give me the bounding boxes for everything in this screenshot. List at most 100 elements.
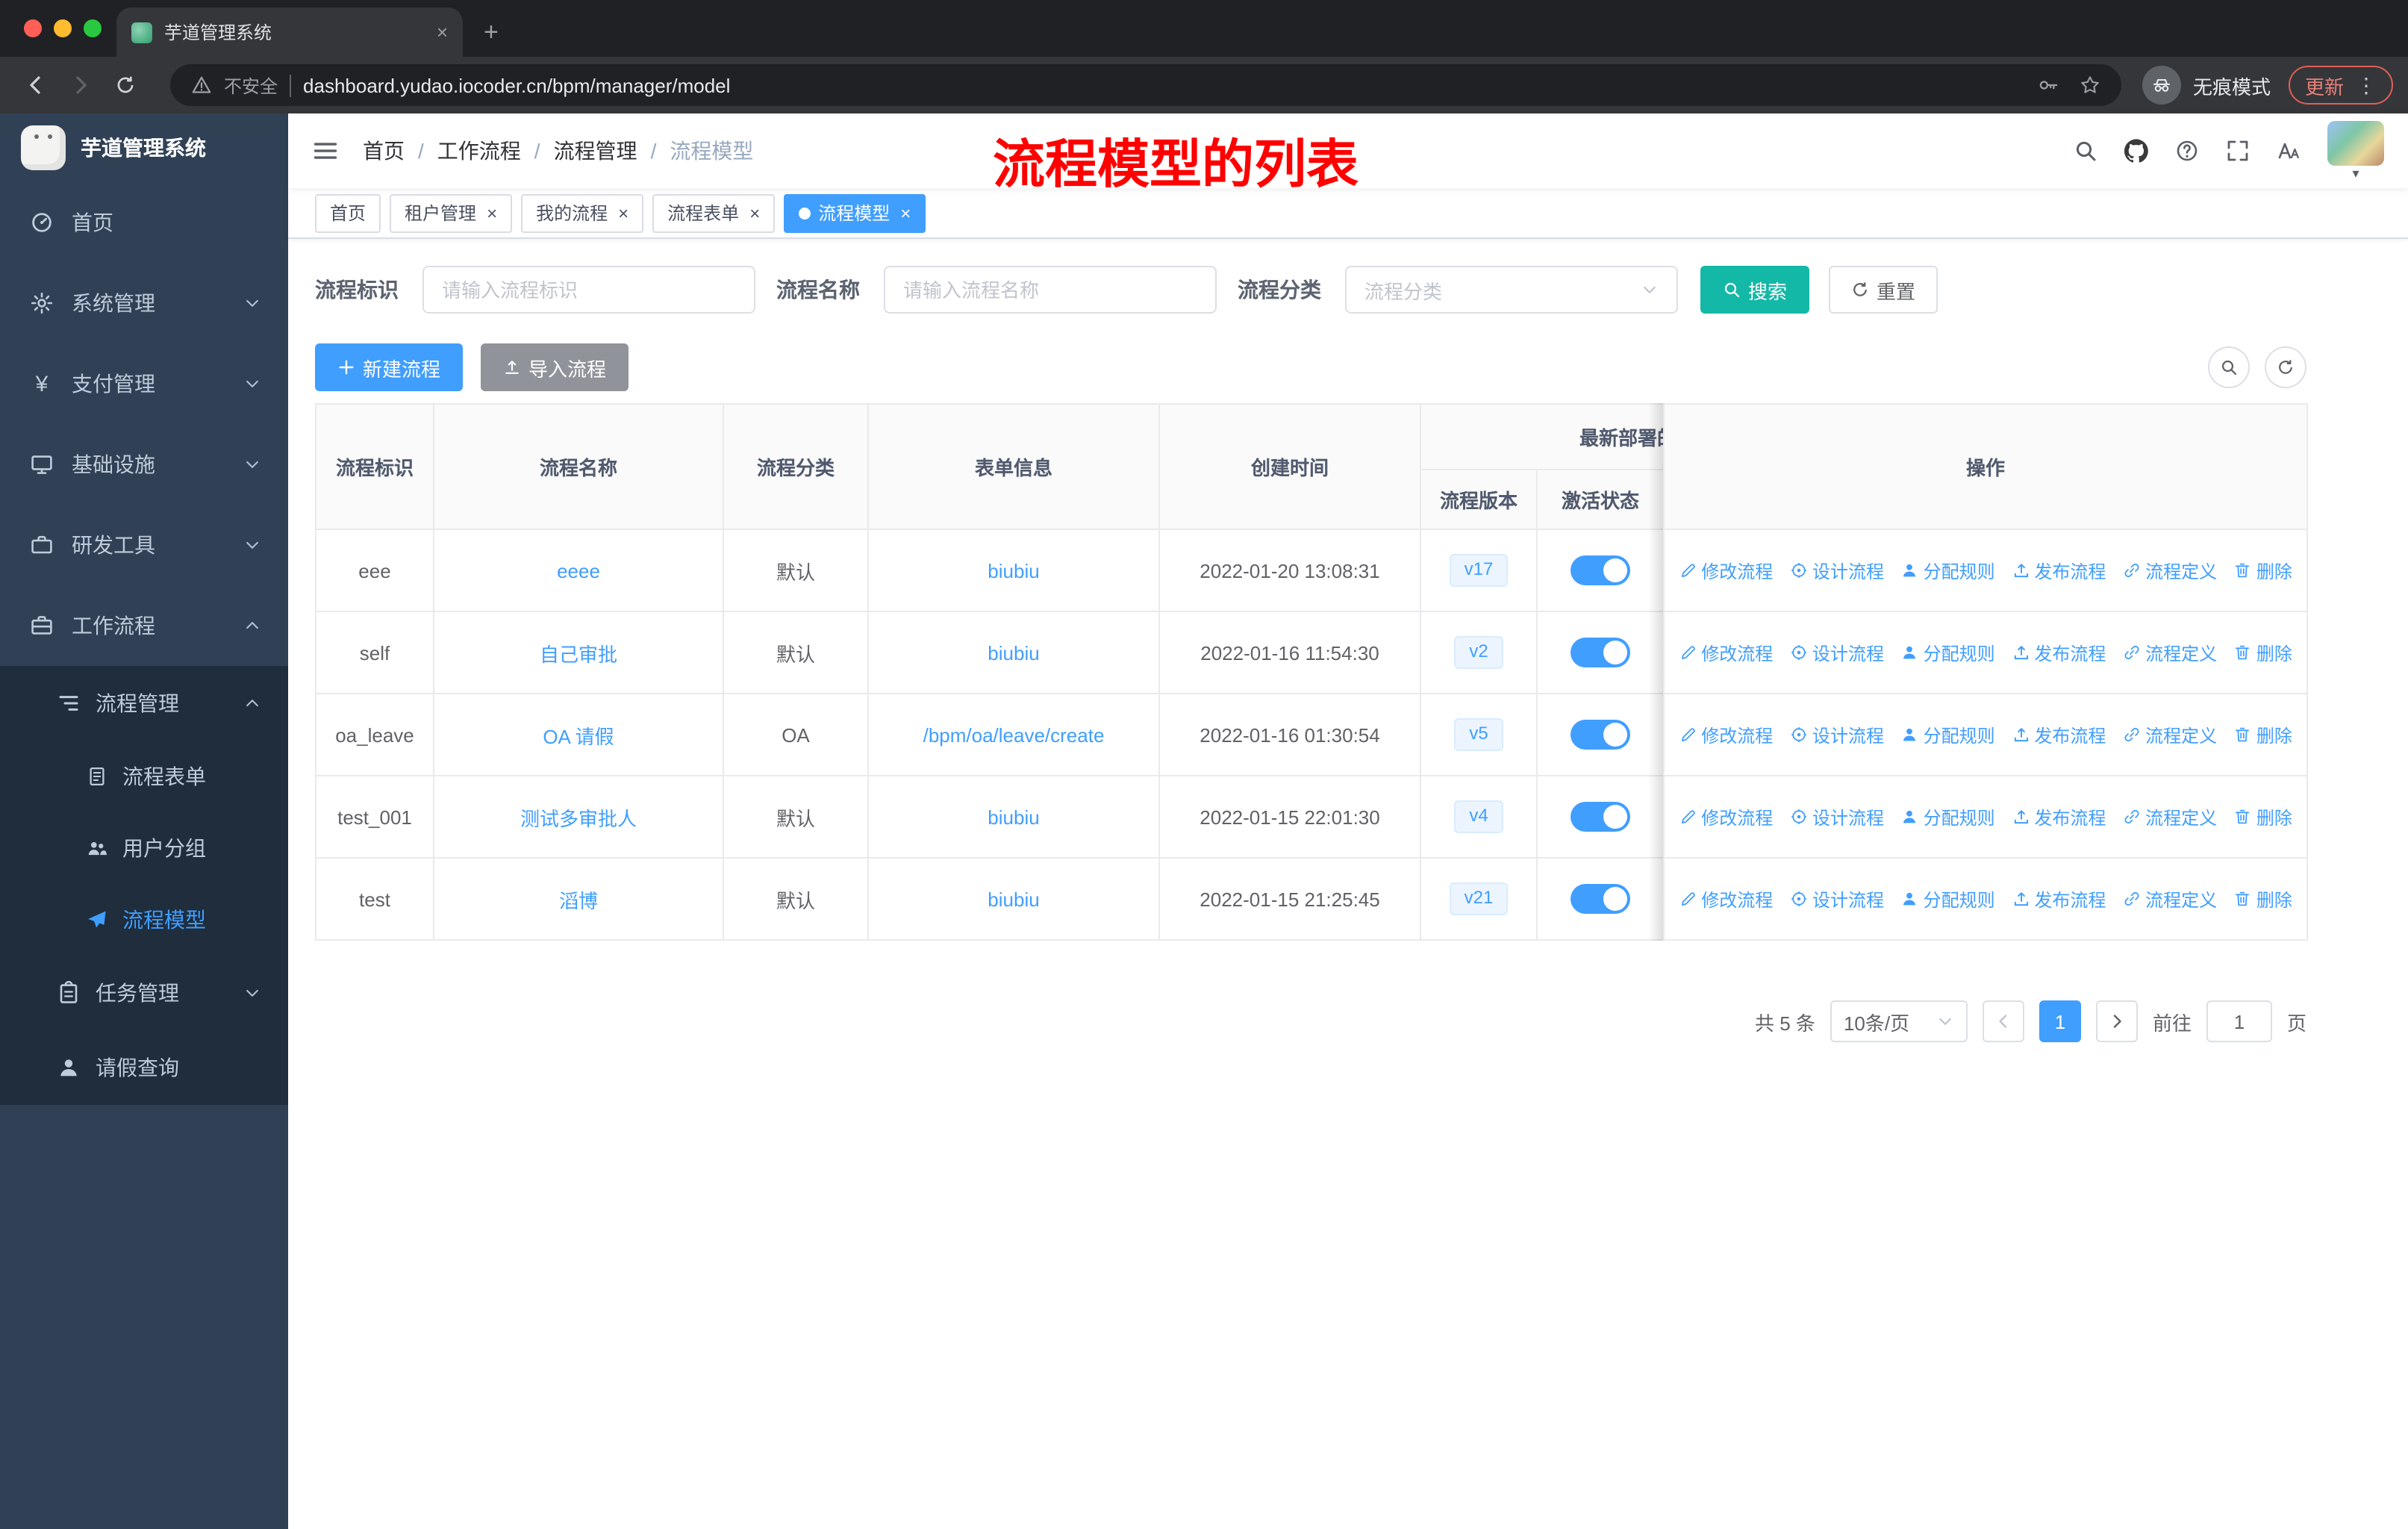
action-delete[interactable]: 删除 (2234, 558, 2292, 583)
action-delete[interactable]: 删除 (2234, 640, 2292, 665)
tag-process-form[interactable]: 流程表单 × (652, 193, 776, 232)
action-publish[interactable]: 发布流程 (2012, 886, 2106, 912)
form-link[interactable]: biubiu (988, 641, 1039, 664)
category-select[interactable]: 流程分类 (1345, 266, 1678, 314)
action-assign-rule[interactable]: 分配规则 (1901, 886, 1995, 912)
search-icon[interactable] (2074, 139, 2097, 163)
profile-chip[interactable]: 无痕模式 (2142, 66, 2271, 105)
model-name-link[interactable]: OA 请假 (543, 725, 614, 747)
sidebar-item-process-management[interactable]: 流程管理 (0, 666, 288, 741)
activation-toggle[interactable] (1570, 638, 1630, 667)
form-link[interactable]: /bpm/oa/leave/create (923, 723, 1105, 746)
address-bar[interactable]: 不安全 dashboard.yudao.iocoder.cn/bpm/manag… (170, 64, 2121, 106)
form-link[interactable]: biubiu (988, 888, 1039, 910)
sidebar-item-payment[interactable]: ¥ 支付管理 (0, 343, 288, 424)
github-icon[interactable] (2124, 139, 2148, 163)
process-key-input[interactable] (422, 266, 755, 314)
search-button[interactable]: 搜索 (1700, 266, 1810, 314)
model-name-link[interactable]: eeee (557, 559, 600, 582)
forward-icon[interactable] (60, 64, 102, 106)
model-name-link[interactable]: 测试多审批人 (520, 807, 637, 829)
action-publish[interactable]: 发布流程 (2012, 722, 2106, 747)
reload-icon[interactable] (105, 64, 146, 106)
close-icon[interactable]: × (749, 204, 760, 222)
tag-my-process[interactable]: 我的流程 × (521, 193, 644, 232)
process-name-input[interactable] (884, 266, 1217, 314)
action-assign-rule[interactable]: 分配规则 (1901, 804, 1995, 829)
hamburger-icon[interactable] (312, 137, 339, 164)
action-publish[interactable]: 发布流程 (2012, 558, 2106, 583)
minimize-window-button[interactable] (54, 19, 72, 37)
activation-toggle[interactable] (1570, 884, 1630, 914)
browser-tab[interactable]: 芋道管理系统 × (116, 7, 463, 57)
action-delete[interactable]: 删除 (2234, 722, 2292, 747)
page-number-button[interactable]: 1 (2039, 1000, 2081, 1042)
action-design[interactable]: 设计流程 (1790, 640, 1884, 665)
help-icon[interactable] (2175, 139, 2199, 163)
close-icon[interactable]: × (618, 204, 628, 222)
page-size-select[interactable]: 10条/页 (1830, 1000, 1968, 1042)
close-icon[interactable]: × (487, 204, 497, 222)
sidebar-item-user-group[interactable]: 用户分组 (0, 812, 288, 884)
zoom-window-button[interactable] (84, 19, 102, 37)
fullscreen-icon[interactable] (2226, 139, 2250, 163)
sidebar-item-home[interactable]: 首页 (0, 182, 288, 263)
activation-toggle[interactable] (1570, 720, 1630, 750)
action-definition[interactable]: 流程定义 (2123, 804, 2217, 829)
action-definition[interactable]: 流程定义 (2123, 558, 2217, 583)
tag-process-model[interactable]: 流程模型 × (784, 193, 926, 232)
breadcrumb-workflow[interactable]: 工作流程 (437, 136, 521, 166)
sidebar-item-leave-query[interactable]: 请假查询 (0, 1030, 288, 1105)
action-design[interactable]: 设计流程 (1790, 886, 1884, 912)
reset-button[interactable]: 重置 (1829, 266, 1938, 314)
form-link[interactable]: biubiu (988, 806, 1039, 828)
action-definition[interactable]: 流程定义 (2123, 640, 2217, 665)
sidebar-item-infrastructure[interactable]: 基础设施 (0, 424, 288, 505)
action-modify[interactable]: 修改流程 (1679, 804, 1773, 829)
action-design[interactable]: 设计流程 (1790, 804, 1884, 829)
import-process-button[interactable]: 导入流程 (481, 343, 629, 391)
action-delete[interactable]: 删除 (2234, 804, 2292, 829)
action-design[interactable]: 设计流程 (1790, 558, 1884, 583)
warning-icon[interactable] (191, 75, 212, 96)
create-process-button[interactable]: 新建流程 (315, 343, 464, 391)
action-modify[interactable]: 修改流程 (1679, 640, 1773, 665)
action-assign-rule[interactable]: 分配规则 (1901, 558, 1995, 583)
prev-page-button[interactable] (1982, 1000, 2024, 1042)
activation-toggle[interactable] (1570, 802, 1630, 832)
sidebar-item-process-model[interactable]: 流程模型 (0, 884, 288, 956)
breadcrumb-home[interactable]: 首页 (363, 136, 405, 166)
model-name-link[interactable]: 滔博 (559, 889, 598, 912)
action-assign-rule[interactable]: 分配规则 (1901, 722, 1995, 747)
action-assign-rule[interactable]: 分配规则 (1901, 640, 1995, 665)
action-modify[interactable]: 修改流程 (1679, 722, 1773, 747)
action-publish[interactable]: 发布流程 (2012, 640, 2106, 665)
next-page-button[interactable] (2095, 1000, 2138, 1042)
action-design[interactable]: 设计流程 (1790, 722, 1884, 747)
goto-page-input[interactable] (2206, 1000, 2272, 1042)
tab-close-icon[interactable]: × (437, 22, 448, 42)
model-name-link[interactable]: 自己审批 (540, 643, 617, 665)
action-modify[interactable]: 修改流程 (1679, 558, 1773, 583)
close-window-button[interactable] (24, 19, 42, 37)
action-publish[interactable]: 发布流程 (2012, 804, 2106, 829)
action-definition[interactable]: 流程定义 (2123, 886, 2217, 912)
action-delete[interactable]: 删除 (2234, 886, 2292, 912)
sidebar-item-devtools[interactable]: 研发工具 (0, 505, 288, 585)
app-logo[interactable]: 芋道管理系统 (0, 113, 288, 182)
new-tab-button[interactable]: + (484, 19, 499, 45)
action-definition[interactable]: 流程定义 (2123, 722, 2217, 747)
sidebar-item-process-form[interactable]: 流程表单 (0, 741, 288, 812)
password-key-icon[interactable] (2038, 75, 2059, 96)
tag-home[interactable]: 首页 (315, 193, 381, 232)
breadcrumb-process-management[interactable]: 流程管理 (554, 136, 637, 166)
sidebar-item-workflow[interactable]: 工作流程 (0, 585, 288, 666)
font-size-icon[interactable] (2277, 139, 2301, 163)
bookmark-star-icon[interactable] (2080, 75, 2100, 96)
form-link[interactable]: biubiu (988, 559, 1039, 582)
refresh-table-button[interactable] (2265, 346, 2306, 388)
close-icon[interactable]: × (900, 204, 911, 222)
action-modify[interactable]: 修改流程 (1679, 886, 1773, 912)
tag-tenant[interactable]: 租户管理 × (390, 193, 513, 232)
sidebar-item-task-management[interactable]: 任务管理 (0, 956, 288, 1030)
